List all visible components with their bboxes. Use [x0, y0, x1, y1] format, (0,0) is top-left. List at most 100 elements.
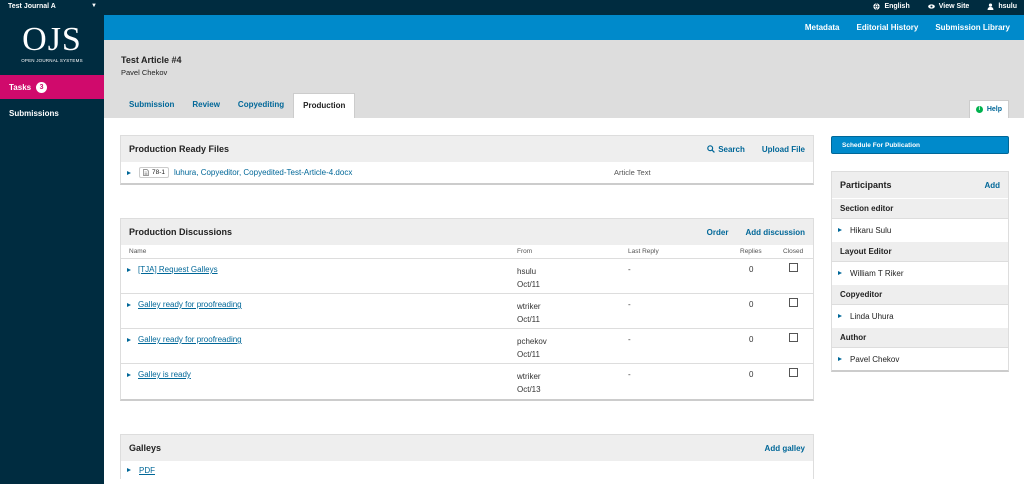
user-menu[interactable]: hsulu: [987, 3, 1017, 10]
participant-name: Linda Uhura: [850, 311, 894, 321]
ojs-logo[interactable]: OJS OPEN JOURNAL SYSTEMS: [20, 23, 84, 67]
expand-triangle-icon[interactable]: [838, 314, 842, 318]
view-site-label: View Site: [938, 3, 970, 10]
discussion-replies: 0: [749, 300, 754, 309]
discussion-from: hsulu Oct/11: [517, 265, 540, 291]
production-files-panel: Production Ready Files Search Upload Fil…: [120, 135, 814, 185]
file-row: 78-1 luhura, Copyeditor, Copyedited-Test…: [121, 162, 813, 183]
expand-triangle-icon[interactable]: [838, 271, 842, 275]
sidebar-item-submissions[interactable]: Submissions: [9, 109, 59, 118]
column-closed: Closed: [783, 248, 804, 255]
file-name-link[interactable]: luhura, Copyeditor, Copyedited-Test-Arti…: [174, 168, 352, 177]
tasks-count-badge: 3: [36, 81, 48, 93]
document-icon: [143, 169, 149, 176]
tasks-label: Tasks: [9, 82, 32, 92]
language-link[interactable]: English: [873, 3, 910, 10]
closed-checkbox[interactable]: [789, 368, 798, 377]
top-bar: Test Journal A ▼ English View Site hsulu: [0, 0, 1024, 15]
discussion-last-reply: -: [628, 300, 631, 309]
expand-triangle-icon[interactable]: [127, 468, 131, 472]
discussion-name-link[interactable]: Galley is ready: [138, 370, 191, 379]
discussion-replies: 0: [749, 370, 754, 379]
add-galley-button[interactable]: Add galley: [765, 444, 805, 453]
sidebar-item-tasks[interactable]: Tasks 3: [0, 75, 104, 99]
discussion-row: [TJA] Request Galleys hsulu Oct/11 - 0: [121, 259, 813, 294]
participant-item[interactable]: Linda Uhura: [832, 304, 1008, 327]
closed-checkbox[interactable]: [789, 333, 798, 342]
user-nav: English View Site hsulu: [873, 3, 1017, 10]
upload-file-button[interactable]: Upload File: [762, 145, 805, 154]
caret-down-icon: ▼: [91, 3, 97, 9]
add-discussion-button[interactable]: Add discussion: [745, 228, 805, 237]
discussion-last-reply: -: [628, 370, 631, 379]
participant-item[interactable]: William T Riker: [832, 261, 1008, 284]
participant-item[interactable]: Pavel Chekov: [832, 347, 1008, 370]
galleys-actions: Add galley: [765, 444, 805, 453]
expand-triangle-icon[interactable]: [838, 228, 842, 232]
expand-triangle-icon[interactable]: [127, 268, 131, 272]
galleys-title: Galleys: [129, 443, 162, 453]
journal-switcher[interactable]: Test Journal A ▼: [8, 3, 97, 10]
order-button[interactable]: Order: [707, 228, 729, 237]
expand-triangle-icon[interactable]: [127, 338, 131, 342]
tab-copyediting[interactable]: Copyediting: [229, 93, 293, 118]
tab-production[interactable]: Production: [293, 93, 356, 118]
page-header: Test Article #4 Pavel Chekov Submission …: [104, 40, 1024, 118]
closed-checkbox[interactable]: [789, 263, 798, 272]
search-files-button[interactable]: Search: [707, 145, 745, 154]
discussions-actions: Order Add discussion: [707, 228, 805, 237]
user-icon: [987, 3, 994, 10]
sidebar: OJS OPEN JOURNAL SYSTEMS Tasks 3 Submiss…: [0, 15, 104, 484]
view-site-link[interactable]: View Site: [927, 3, 970, 10]
galley-link[interactable]: PDF: [139, 466, 155, 475]
column-name: Name: [129, 248, 147, 255]
expand-triangle-icon[interactable]: [127, 373, 131, 377]
language-label: English: [884, 3, 910, 10]
from-user: wtriker: [517, 302, 541, 311]
expand-triangle-icon[interactable]: [127, 170, 131, 175]
submission-header-bar: Metadata Editorial History Submission Li…: [104, 15, 1024, 40]
add-participant-button[interactable]: Add: [984, 181, 1000, 190]
help-button[interactable]: i Help: [968, 100, 1009, 118]
discussions-header: Production Discussions Order Add discuss…: [121, 219, 813, 245]
discussions-title: Production Discussions: [129, 227, 233, 237]
article-author: Pavel Chekov: [121, 68, 168, 77]
editorial-history-link[interactable]: Editorial History: [857, 23, 919, 32]
participant-name: Pavel Chekov: [850, 354, 900, 364]
galley-row: PDF: [121, 461, 813, 479]
search-icon: [707, 145, 716, 153]
discussion-name-link[interactable]: Galley ready for proofreading: [138, 300, 242, 309]
expand-triangle-icon[interactable]: [838, 357, 842, 361]
tab-review[interactable]: Review: [183, 93, 229, 118]
page-title: Test Article #4: [121, 55, 182, 65]
from-date: Oct/11: [517, 350, 540, 359]
discussion-name-link[interactable]: [TJA] Request Galleys: [138, 265, 218, 274]
galleys-panel: Galleys Add galley PDF: [120, 434, 814, 479]
production-discussions-panel: Production Discussions Order Add discuss…: [120, 218, 814, 401]
column-from: From: [517, 248, 533, 255]
eye-icon: [927, 4, 935, 9]
logo-text: OJS: [22, 21, 82, 58]
from-user: pchekov: [517, 337, 547, 346]
submission-library-link[interactable]: Submission Library: [935, 23, 1010, 32]
discussion-row: Galley is ready wtriker Oct/13 - 0: [121, 364, 813, 399]
help-label: Help: [986, 106, 1002, 113]
schedule-for-publication-button[interactable]: Schedule For Publication: [831, 136, 1009, 154]
participant-item[interactable]: Hikaru Sulu: [832, 218, 1008, 241]
from-date: Oct/13: [517, 385, 541, 394]
discussion-from: pchekov Oct/11: [517, 335, 547, 361]
discussion-name-link[interactable]: Galley ready for proofreading: [138, 335, 242, 344]
logo-subtitle: OPEN JOURNAL SYSTEMS: [21, 58, 83, 63]
participants-header: Participants Add: [832, 172, 1008, 198]
discussion-row: Galley ready for proofreading pchekov Oct…: [121, 329, 813, 364]
expand-triangle-icon[interactable]: [127, 303, 131, 307]
discussion-replies: 0: [749, 265, 754, 274]
tab-submission[interactable]: Submission: [120, 93, 183, 118]
closed-checkbox[interactable]: [789, 298, 798, 307]
journal-name: Test Journal A: [8, 3, 56, 10]
file-type: Article Text: [614, 168, 651, 177]
metadata-link[interactable]: Metadata: [805, 23, 840, 32]
galleys-header: Galleys Add galley: [121, 435, 813, 461]
production-files-actions: Search Upload File: [707, 145, 805, 154]
file-id: 78-1: [152, 169, 166, 176]
